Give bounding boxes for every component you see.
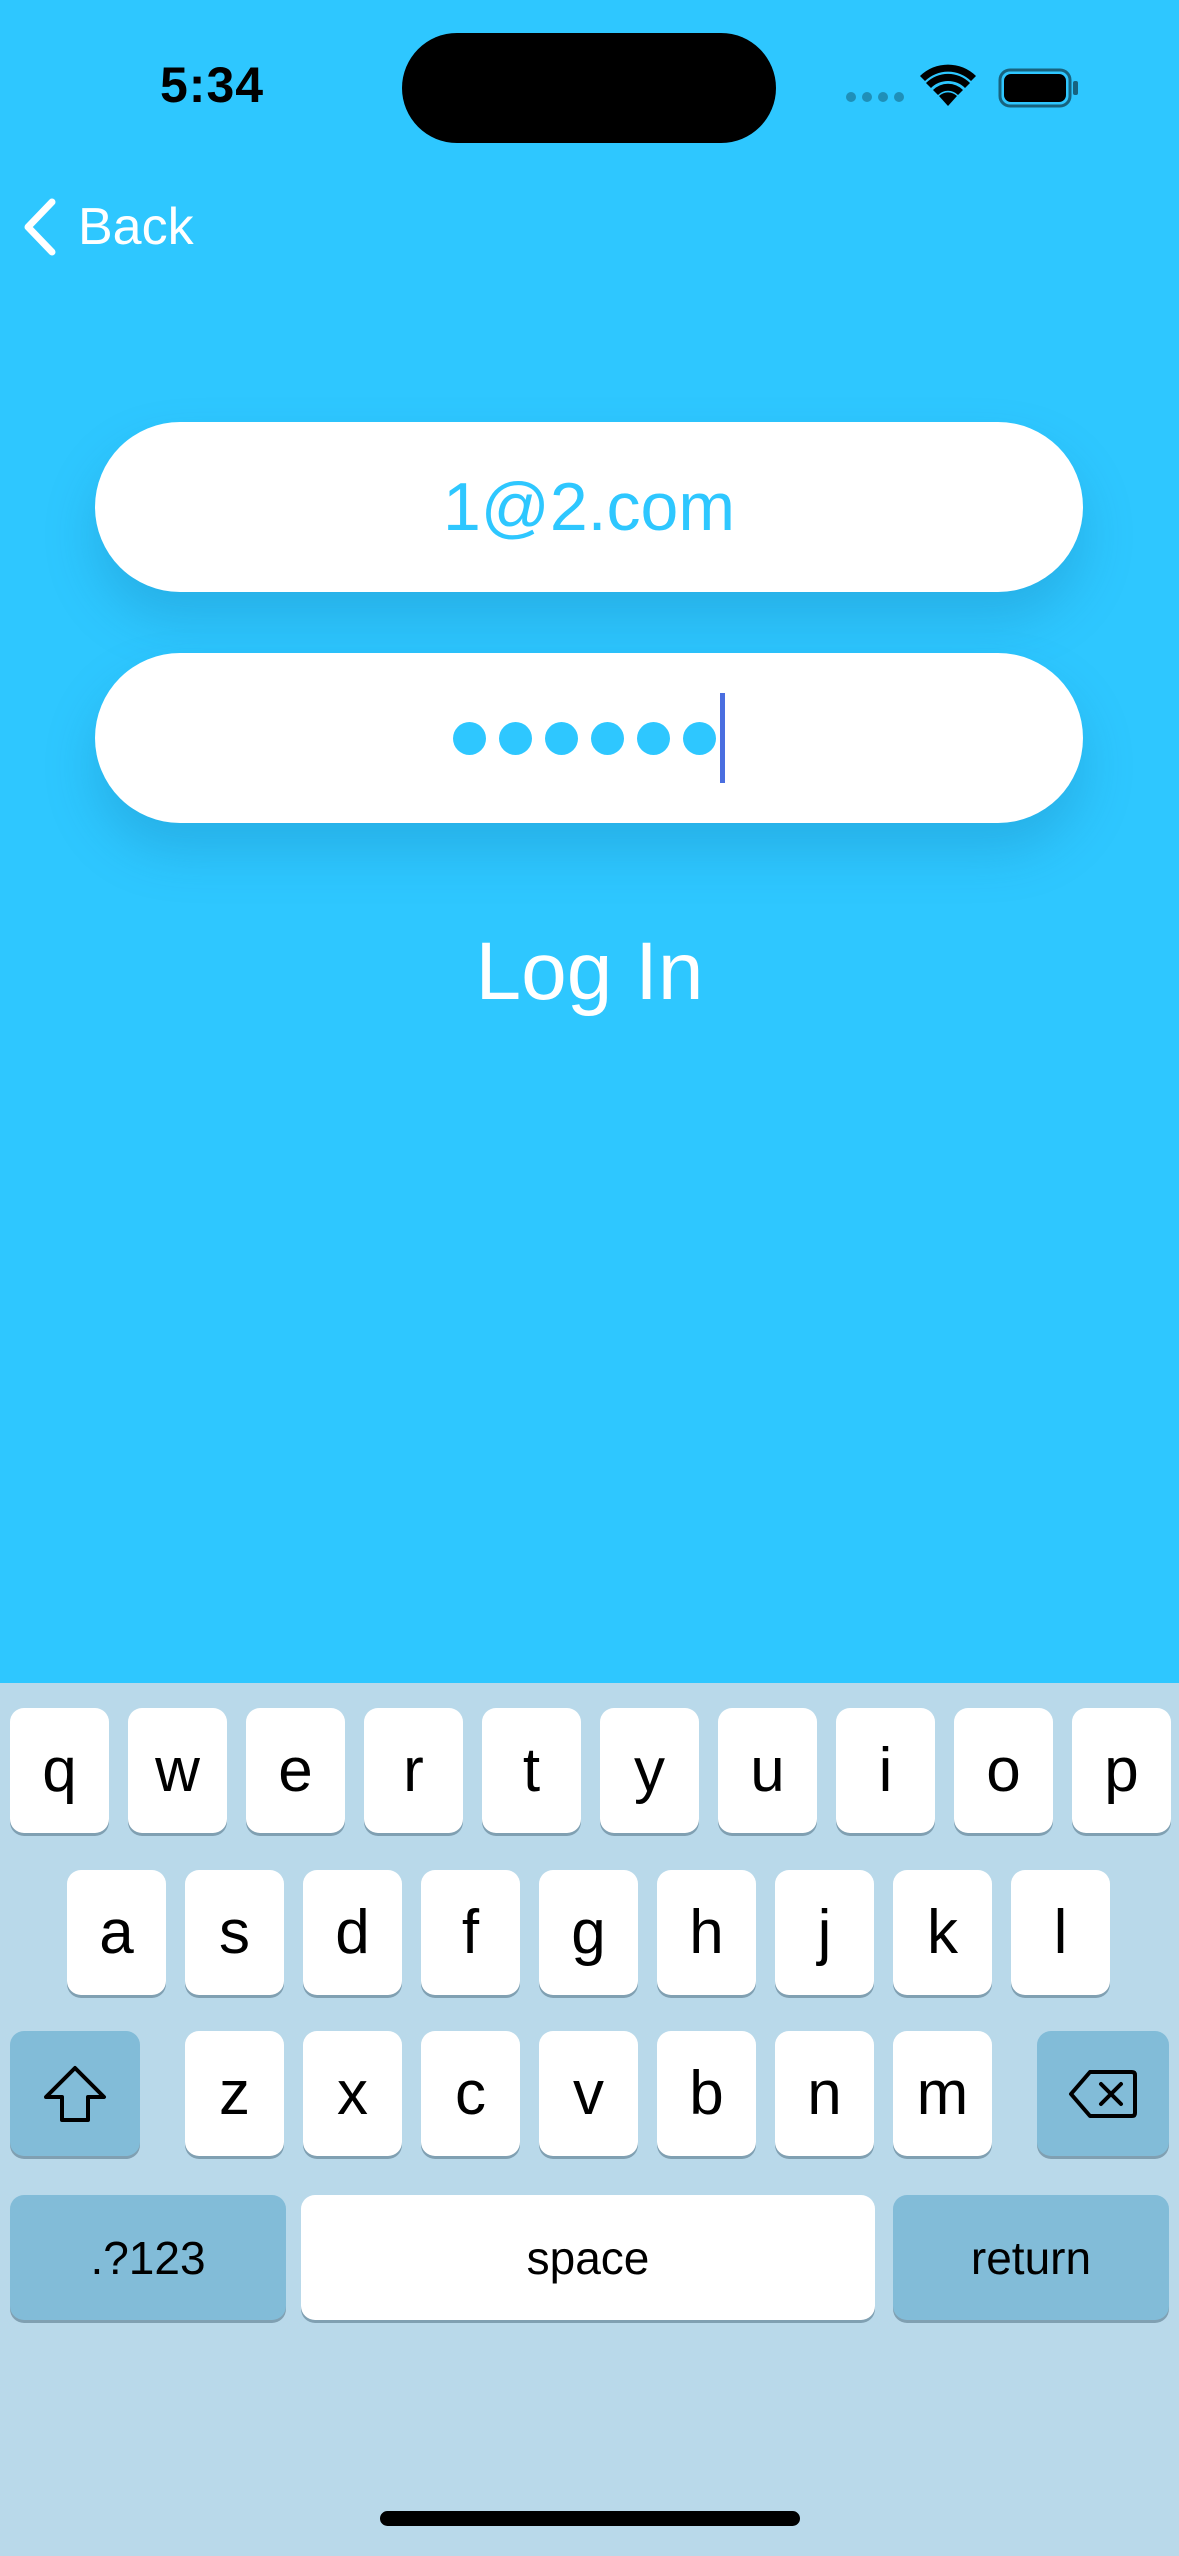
email-value: 1@2.com xyxy=(442,469,736,545)
password-dot xyxy=(545,721,578,755)
key-r[interactable]: r xyxy=(364,1708,463,1833)
text-caret xyxy=(720,693,725,783)
key-v[interactable]: v xyxy=(539,2031,638,2156)
email-field[interactable]: 1@2.com xyxy=(95,422,1083,592)
password-mask xyxy=(453,721,716,755)
chevron-left-icon xyxy=(24,198,56,256)
login-screen: 5:34 Back 1@2.com Log In .?123 space ret… xyxy=(0,0,1179,2556)
key-o[interactable]: o xyxy=(954,1708,1053,1833)
password-field[interactable] xyxy=(95,653,1083,823)
password-dot xyxy=(683,721,716,755)
key-y[interactable]: y xyxy=(600,1708,699,1833)
key-m[interactable]: m xyxy=(893,2031,992,2156)
key-u[interactable]: u xyxy=(718,1708,817,1833)
dynamic-island xyxy=(402,33,776,143)
delete-backspace-icon xyxy=(1069,2069,1137,2118)
keyboard: .?123 space return qwertyuiop asdfghjkl zx… xyxy=(0,1683,1179,2556)
back-label: Back xyxy=(78,198,194,256)
key-s[interactable]: s xyxy=(185,1870,284,1995)
key-a[interactable]: a xyxy=(67,1870,166,1995)
delete-key[interactable] xyxy=(1037,2031,1169,2156)
key-t[interactable]: t xyxy=(482,1708,581,1833)
shift-icon xyxy=(44,2065,106,2122)
numbers-key[interactable]: .?123 xyxy=(10,2195,286,2320)
key-b[interactable]: b xyxy=(657,2031,756,2156)
key-l[interactable]: l xyxy=(1011,1870,1110,1995)
key-n[interactable]: n xyxy=(775,2031,874,2156)
shift-key[interactable] xyxy=(10,2031,140,2156)
key-q[interactable]: q xyxy=(10,1708,109,1833)
space-key[interactable]: space xyxy=(301,2195,875,2320)
key-k[interactable]: k xyxy=(893,1870,992,1995)
password-dot xyxy=(637,721,670,755)
return-key[interactable]: return xyxy=(893,2195,1169,2320)
key-z[interactable]: z xyxy=(185,2031,284,2156)
home-indicator xyxy=(380,2511,800,2526)
key-p[interactable]: p xyxy=(1072,1708,1171,1833)
key-e[interactable]: e xyxy=(246,1708,345,1833)
password-dot xyxy=(453,721,486,755)
login-button[interactable]: Log In xyxy=(0,925,1179,1019)
key-c[interactable]: c xyxy=(421,2031,520,2156)
key-j[interactable]: j xyxy=(775,1870,874,1995)
cellular-signal-icon xyxy=(846,92,904,102)
status-time: 5:34 xyxy=(160,57,265,113)
password-dot xyxy=(591,721,624,755)
key-x[interactable]: x xyxy=(303,2031,402,2156)
key-i[interactable]: i xyxy=(836,1708,935,1833)
key-f[interactable]: f xyxy=(421,1870,520,1995)
key-g[interactable]: g xyxy=(539,1870,638,1995)
battery-icon xyxy=(998,68,1078,108)
key-d[interactable]: d xyxy=(303,1870,402,1995)
wifi-icon xyxy=(920,64,976,106)
key-w[interactable]: w xyxy=(128,1708,227,1833)
password-dot xyxy=(499,721,532,755)
key-h[interactable]: h xyxy=(657,1870,756,1995)
back-button[interactable]: Back xyxy=(22,192,194,262)
